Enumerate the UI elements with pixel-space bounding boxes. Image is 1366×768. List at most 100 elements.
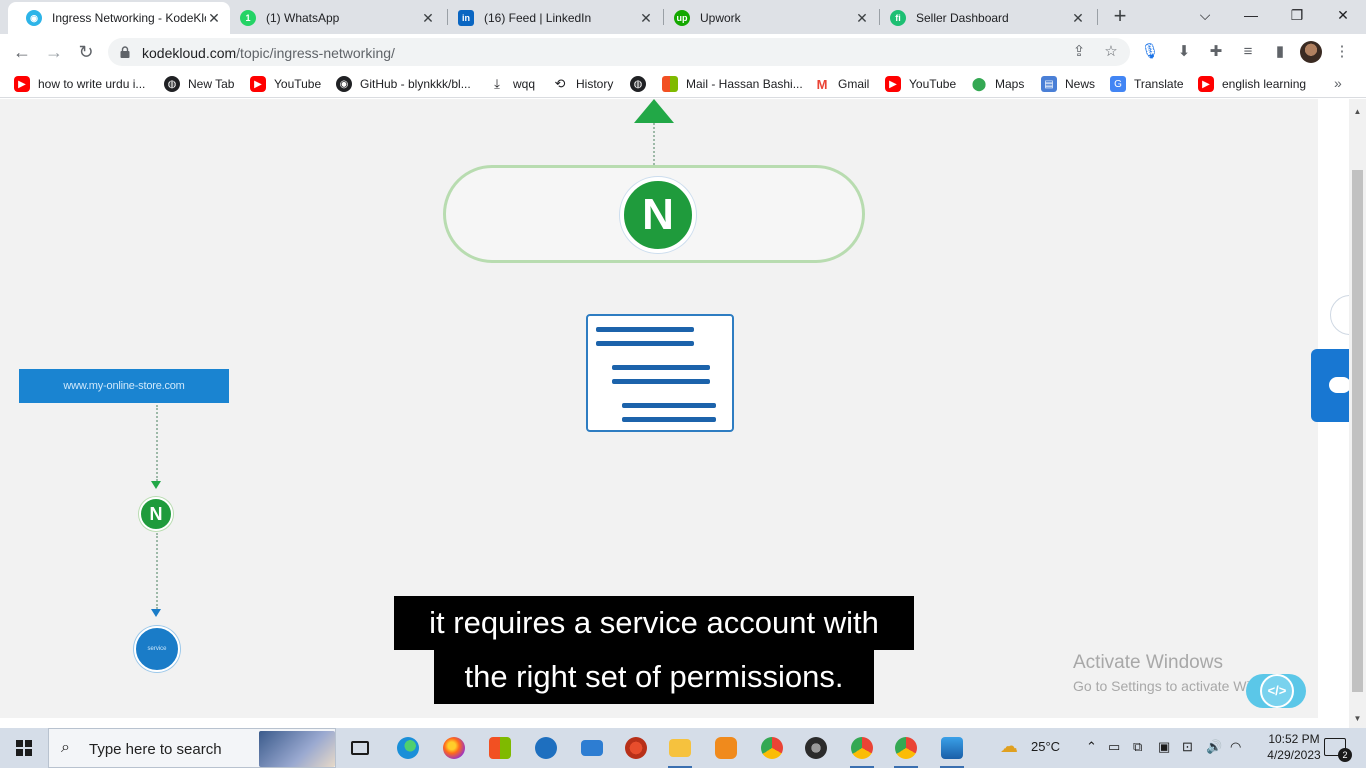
tab-upwork[interactable]: up Upwork ✕ <box>656 2 878 34</box>
settings-gear-app-icon[interactable] <box>710 732 742 764</box>
bookmark-item[interactable]: ⟲ History <box>552 75 614 93</box>
bookmark-item[interactable]: ⬤ Maps <box>971 75 1025 93</box>
firefox-icon[interactable] <box>438 732 470 764</box>
video-frame[interactable]: N www.my-online-store.com N service it r… <box>0 99 1349 718</box>
notification-count-badge: 2 <box>1338 748 1352 762</box>
search-highlight-image <box>259 731 335 767</box>
chrome-profile-h-icon[interactable] <box>890 732 922 768</box>
chevron-up-icon[interactable]: ⌃ <box>1086 739 1097 755</box>
tab-title: Ingress Networking - KodeKlo <box>52 11 206 25</box>
watermark-title: Activate Windows <box>1073 652 1223 673</box>
code-embed-button[interactable]: </> <box>1246 674 1306 708</box>
close-icon[interactable]: ✕ <box>638 10 654 26</box>
camera-app-icon[interactable] <box>800 732 832 764</box>
edge-dev-icon[interactable] <box>530 732 562 764</box>
tab-title: (1) WhatsApp <box>266 11 340 25</box>
clock-time: 10:52 PM <box>1268 732 1320 746</box>
menu-kebab-icon[interactable]: ⋮ <box>1332 42 1352 62</box>
bookmark-item[interactable]: ⤓ wqq <box>489 75 535 93</box>
snail-app-icon[interactable] <box>620 732 652 764</box>
share-icon[interactable]: ⇪ <box>1070 43 1088 61</box>
bookmark-item[interactable]: ◍ <box>630 75 654 93</box>
start-button[interactable] <box>0 728 48 768</box>
microphone-icon[interactable]: 🎙 <box>1140 42 1160 62</box>
tab-search-dropdown[interactable]: ⌵ <box>1182 0 1228 30</box>
browser-toolbar: ← → ↻ kodekloud.com/topic/ingress-networ… <box>0 34 1366 70</box>
bookmark-item[interactable]: ▶ how to write urdu i... <box>14 75 145 93</box>
side-panel-icon[interactable]: ▮ <box>1270 42 1290 62</box>
tab-title: Seller Dashboard <box>916 11 1009 25</box>
weather-icon[interactable]: ☁ <box>1000 736 1018 757</box>
arrow-down-icon <box>151 481 161 489</box>
new-tab-button[interactable]: + <box>1108 5 1132 29</box>
bookmark-item[interactable]: ▶ YouTube <box>885 75 956 93</box>
back-button[interactable]: ← <box>8 38 36 66</box>
network-icon[interactable]: ⧉ <box>1133 739 1142 755</box>
tab-kodekloud[interactable]: ◉ Ingress Networking - KodeKlo ✕ <box>8 2 230 34</box>
meet-now-icon[interactable]: ▣ <box>1158 739 1170 755</box>
bookmark-star-icon[interactable]: ☆ <box>1102 43 1120 61</box>
close-icon[interactable]: ✕ <box>420 10 436 26</box>
forward-button[interactable]: → <box>40 38 68 66</box>
bookmark-item[interactable]: ◍ New Tab <box>164 75 234 93</box>
nginx-logo-icon: N <box>620 177 696 253</box>
tab-separator <box>1097 9 1098 25</box>
address-bar[interactable]: kodekloud.com/topic/ingress-networking/ … <box>108 38 1130 66</box>
dotted-connector <box>653 123 655 165</box>
chat-bubble-icon <box>1329 377 1349 393</box>
minimize-button[interactable]: — <box>1228 0 1274 30</box>
battery-icon[interactable]: ▭ <box>1108 739 1120 755</box>
close-icon[interactable]: ✕ <box>206 10 222 26</box>
photos-icon[interactable] <box>936 732 968 768</box>
chrome-icon[interactable] <box>756 732 788 764</box>
notification-center-button[interactable]: 2 <box>1324 738 1352 762</box>
bookmark-item[interactable]: Mail - Hassan Bashi... <box>662 75 803 93</box>
tab-linkedin[interactable]: in (16) Feed | LinkedIn ✕ <box>440 2 662 34</box>
dotted-connector <box>156 533 158 609</box>
bookmark-item[interactable]: M Gmail <box>814 75 870 93</box>
taskbar-search-box[interactable]: ⌕ Type here to search <box>48 728 336 768</box>
bookmark-item[interactable]: ▶ english learning <box>1198 75 1306 93</box>
store-icon[interactable] <box>484 732 516 764</box>
bookmark-item[interactable]: ◉ GitHub - blynkkk/bl... <box>336 75 471 93</box>
close-icon[interactable]: ✕ <box>854 10 870 26</box>
input-icon[interactable]: ⊡ <box>1182 739 1193 755</box>
volume-icon[interactable]: 🔊 <box>1206 739 1222 755</box>
reload-button[interactable]: ↻ <box>72 38 100 66</box>
tab-whatsapp[interactable]: 1 (1) WhatsApp ✕ <box>222 2 444 34</box>
bookmark-item[interactable]: ▶ YouTube <box>250 75 321 93</box>
subtitle-line-1: it requires a service account with <box>394 596 914 650</box>
chrome-profile-icon[interactable] <box>846 732 878 768</box>
close-window-button[interactable]: ✕ <box>1320 0 1366 30</box>
bookmark-item[interactable]: ▤ News <box>1041 75 1095 93</box>
tab-seller-dashboard[interactable]: fi Seller Dashboard ✕ <box>872 2 1094 34</box>
avatar[interactable] <box>1300 41 1322 63</box>
microsoft-icon <box>662 76 678 92</box>
service-node-icon: service <box>134 626 180 672</box>
file-explorer-icon[interactable] <box>664 732 696 768</box>
fiverr-icon: fi <box>890 10 906 26</box>
bookmarks-overflow-button[interactable]: » <box>1334 75 1342 91</box>
edge-icon[interactable] <box>392 732 424 764</box>
chat-widget-button[interactable] <box>1311 349 1349 422</box>
download-extension-icon[interactable]: ⬇ <box>1174 42 1194 62</box>
scroll-up-arrow[interactable]: ▲ <box>1351 106 1364 118</box>
youtube-icon: ▶ <box>14 76 30 92</box>
bookmark-item[interactable]: G Translate <box>1110 75 1184 93</box>
close-icon[interactable]: ✕ <box>1070 10 1086 26</box>
task-view-icon[interactable] <box>344 732 376 764</box>
config-document-icon <box>586 314 734 432</box>
download-icon: ⤓ <box>494 76 500 91</box>
reading-list-icon[interactable]: ≡ <box>1238 42 1258 62</box>
mail-icon[interactable] <box>576 732 608 764</box>
scrollbar-thumb[interactable] <box>1352 170 1363 692</box>
restore-button[interactable]: ❐ <box>1274 0 1320 30</box>
wifi-icon[interactable]: ◠ <box>1230 739 1241 755</box>
system-clock[interactable]: 10:52 PM 4/29/2023 <box>1262 731 1326 763</box>
temperature-text[interactable]: 25°C <box>1031 739 1060 754</box>
puzzle-extensions-icon[interactable]: ✚ <box>1206 42 1226 62</box>
arrow-down-icon <box>151 609 161 617</box>
url-text: kodekloud.com/topic/ingress-networking/ <box>142 45 395 61</box>
translate-icon: G <box>1110 76 1126 92</box>
scroll-down-arrow[interactable]: ▼ <box>1351 713 1364 725</box>
